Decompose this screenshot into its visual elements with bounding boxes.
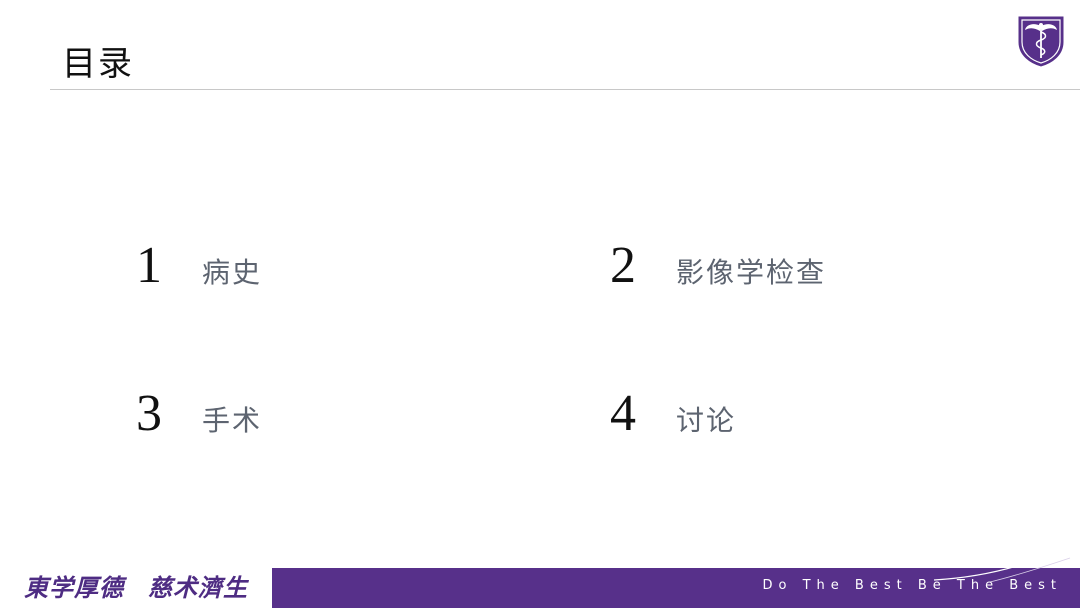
motto-right: 慈术濟生: [148, 573, 248, 602]
toc-label: 病史: [202, 256, 263, 289]
toc-label: 讨论: [676, 404, 737, 437]
toc-item-3[interactable]: 3 手术: [136, 384, 262, 443]
toc-number: 1: [136, 237, 162, 294]
toc-item-1[interactable]: 1 病史: [136, 236, 262, 295]
toc-label: 影像学检查: [676, 256, 827, 289]
toc-item-2[interactable]: 2 影像学检查: [610, 236, 826, 295]
footer-slogan: Do The Best Be The Best: [762, 578, 1062, 593]
page-title: 目录: [62, 44, 134, 84]
university-shield-logo-icon: [1017, 15, 1065, 68]
toc-number: 2: [610, 237, 636, 294]
toc-item-4[interactable]: 4 讨论: [610, 384, 736, 443]
motto-left: 東学厚德: [24, 573, 124, 602]
toc-number: 4: [610, 385, 636, 442]
title-divider: [50, 89, 1080, 90]
toc-number: 3: [136, 385, 162, 442]
toc-label: 手术: [202, 404, 263, 437]
footer-motto: 東学厚德 慈术濟生: [24, 568, 248, 603]
